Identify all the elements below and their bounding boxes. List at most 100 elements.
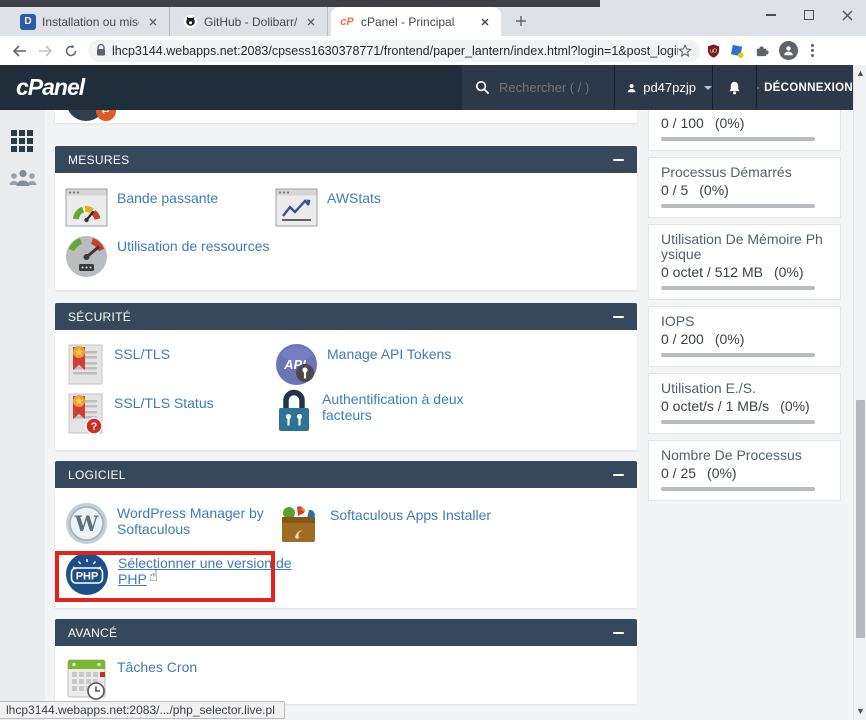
- tab-dolibarr-install[interactable]: D Installation ou mise à jour de Dol: [12, 7, 170, 36]
- window-close-button[interactable]: [836, 4, 858, 26]
- forward-button[interactable]: [32, 38, 58, 64]
- window-top-edge: [0, 0, 600, 7]
- section-header-mesures[interactable]: MESURES: [55, 146, 637, 173]
- scroll-up-icon[interactable]: ▲: [856, 69, 865, 78]
- tab-cpanel-active[interactable]: cP cPanel - Principal: [331, 7, 501, 36]
- app-item-bande-passante[interactable]: Bande passante: [65, 187, 218, 228]
- browser-profile-avatar[interactable]: [779, 41, 798, 60]
- window-maximize-button[interactable]: [798, 4, 820, 26]
- cpanel-header: cPanel pd47pzjp DÉCONNEXION: [0, 65, 853, 110]
- app-link-two-factor[interactable]: Authentification à deux facteurs: [322, 391, 507, 423]
- reload-button[interactable]: [58, 38, 84, 64]
- app-item-taches-cron[interactable]: Tâches Cron: [65, 656, 197, 701]
- url-omnibox[interactable]: lhcp3144.webapps.net:2083/cpsess16303787…: [88, 40, 700, 62]
- blue-flag-extension-icon[interactable]: [730, 43, 745, 59]
- bell-icon: [727, 80, 742, 96]
- tab-title: GitHub - Dolibarr/dolibarr: Dolib: [204, 15, 297, 29]
- left-sidebar: [0, 110, 45, 720]
- scroll-down-icon[interactable]: ▼: [856, 707, 865, 716]
- app-link-php-selector[interactable]: Sélectionner une version de PHP: [118, 555, 303, 587]
- app-link-softaculous[interactable]: Softaculous Apps Installer: [330, 507, 491, 523]
- minimize-icon: [766, 14, 776, 16]
- dolibarr-favicon: D: [20, 14, 36, 30]
- app-item-api-tokens[interactable]: API Manage API Tokens: [275, 343, 451, 386]
- section-header-securite[interactable]: SÉCURITÉ: [55, 303, 637, 330]
- logout-button[interactable]: DÉCONNEXION: [756, 65, 853, 110]
- stat-label: Nombre De Processus: [661, 448, 828, 463]
- browser-menu-icon[interactable]: [807, 44, 818, 57]
- page-scrollbar[interactable]: ▲ ▼: [853, 65, 866, 720]
- back-button[interactable]: [6, 38, 32, 64]
- bookmark-star-icon[interactable]: [678, 44, 692, 58]
- scrollbar-thumb[interactable]: [856, 400, 865, 638]
- restore-arrow-badge: ↵: [96, 110, 116, 121]
- notifications-button[interactable]: [712, 65, 756, 110]
- new-tab-button[interactable]: [512, 12, 530, 30]
- collapse-icon[interactable]: [613, 159, 624, 161]
- section-title: MESURES: [68, 153, 129, 167]
- app-item-awstats[interactable]: AWStats: [275, 187, 381, 228]
- stat-progress-bar: [661, 487, 815, 491]
- browser-address-bar: lhcp3144.webapps.net:2083/cpsess16303787…: [0, 36, 866, 65]
- browser-tab-strip: D Installation ou mise à jour de Dol Git…: [0, 0, 866, 36]
- app-link-bande-passante[interactable]: Bande passante: [117, 190, 218, 206]
- app-link-api-tokens[interactable]: Manage API Tokens: [327, 346, 451, 362]
- secure-lock-icon: [96, 44, 106, 57]
- collapse-icon[interactable]: [613, 632, 624, 634]
- section-card-avance: Tâches Cron: [55, 646, 637, 704]
- app-link-utilisation-ressources[interactable]: Utilisation de ressources: [117, 238, 270, 254]
- resource-usage-gauge-icon: [65, 235, 108, 278]
- apps-grid-icon[interactable]: [11, 130, 33, 152]
- stat-value: 0 octet/s / 1 MB/s(0%): [661, 399, 828, 414]
- section-header-avance[interactable]: AVANCÉ: [55, 619, 637, 646]
- wordpress-letter: W: [74, 511, 99, 536]
- ssl-status-badge-label: ?: [91, 421, 98, 433]
- tab-close-icon[interactable]: [303, 14, 319, 30]
- stat-progress-bar: [661, 204, 815, 208]
- user-groups-icon[interactable]: [9, 168, 37, 187]
- stat-label: Utilisation E./S.: [661, 381, 828, 396]
- app-item-wordpress-manager[interactable]: W WordPress Manager by Softaculous: [65, 502, 302, 545]
- svg-text:uO: uO: [710, 48, 717, 54]
- two-factor-lock-icon: [275, 388, 313, 433]
- section-header-logiciel[interactable]: LOGICIEL: [55, 461, 637, 488]
- section-card-mesures: Bande passante AWStats: [55, 173, 637, 290]
- clipped-card-top: ↵: [55, 110, 637, 123]
- php-icon-label: PHP: [76, 571, 99, 583]
- collapse-icon[interactable]: [613, 316, 624, 318]
- tab-title: Installation ou mise à jour de Dol: [42, 15, 139, 29]
- ssl-status-icon: ?: [65, 392, 105, 435]
- tab-github[interactable]: GitHub - Dolibarr/dolibarr: Dolib: [174, 7, 328, 36]
- app-link-taches-cron[interactable]: Tâches Cron: [117, 659, 197, 675]
- app-link-awstats[interactable]: AWStats: [327, 190, 381, 206]
- app-item-two-factor[interactable]: Authentification à deux facteurs: [275, 388, 507, 433]
- collapse-icon[interactable]: [613, 474, 624, 476]
- search-area[interactable]: [462, 65, 614, 110]
- app-item-ssl-tls[interactable]: SSL/TLS: [65, 343, 170, 386]
- stat-box-nombre-processus: Nombre De Processus 0 / 25(0%): [648, 440, 841, 501]
- window-minimize-button[interactable]: [760, 4, 782, 26]
- ublock-shield-icon[interactable]: uO: [706, 43, 721, 59]
- stat-label: Utilisation De Mémoire Physique: [661, 232, 828, 262]
- tab-close-icon[interactable]: [145, 14, 161, 30]
- stat-value: 0 / 25(0%): [661, 466, 828, 481]
- stat-progress-bar: [661, 286, 815, 290]
- app-link-ssl-status[interactable]: SSL/TLS Status: [114, 395, 214, 411]
- section-card-logiciel: W WordPress Manager by Softaculous Softa…: [55, 488, 637, 608]
- app-item-ssl-status[interactable]: ? SSL/TLS Status: [65, 392, 214, 435]
- app-item-utilisation-ressources[interactable]: Utilisation de ressources: [65, 235, 270, 278]
- tab-close-icon[interactable]: [477, 14, 493, 30]
- maximize-icon: [804, 10, 814, 20]
- search-input[interactable]: [499, 80, 609, 95]
- ssl-certificate-icon: [65, 343, 105, 386]
- extensions-puzzle-icon[interactable]: [754, 43, 770, 58]
- extension-toolbar: uO: [706, 41, 818, 60]
- app-link-ssl-tls[interactable]: SSL/TLS: [114, 346, 170, 362]
- app-item-php-selector[interactable]: PHP Sélectionner une version de PHP ☝: [65, 552, 303, 596]
- section-title: SÉCURITÉ: [68, 310, 131, 324]
- chevron-down-icon: [704, 86, 712, 90]
- user-menu[interactable]: pd47pzjp: [614, 65, 712, 110]
- search-icon: [475, 80, 490, 95]
- url-text: lhcp3144.webapps.net:2083/cpsess16303787…: [112, 44, 678, 58]
- app-item-softaculous[interactable]: Softaculous Apps Installer: [275, 504, 491, 547]
